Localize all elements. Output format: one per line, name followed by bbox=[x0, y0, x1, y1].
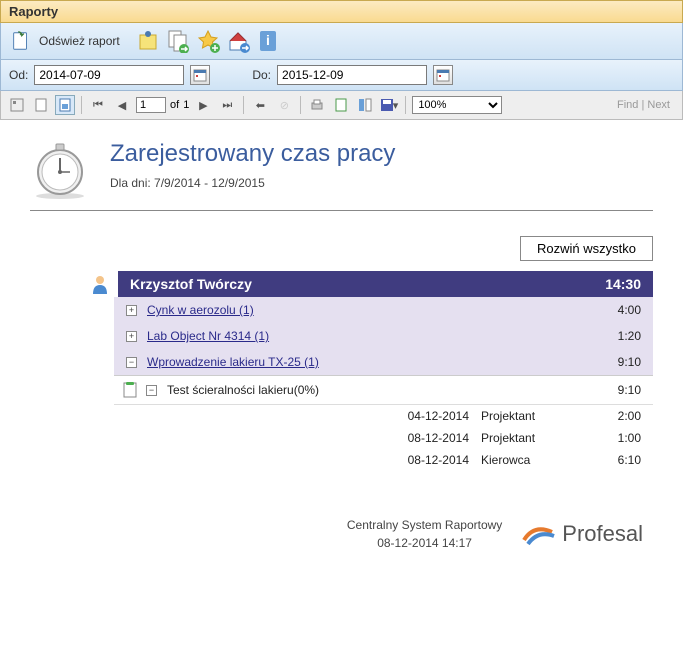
detail-row: 04-12-2014 Projektant 2:00 bbox=[114, 405, 653, 427]
doc-map-icon[interactable] bbox=[7, 95, 27, 115]
group-label[interactable]: Cynk w aerozolu (1) bbox=[147, 303, 581, 317]
test-label: Test ścieralności lakieru(0%) bbox=[167, 383, 581, 397]
info-icon[interactable]: i bbox=[256, 29, 280, 53]
date-filter-row: Od: Do: bbox=[0, 60, 683, 91]
person-header[interactable]: Krzysztof Twórczy 14:30 bbox=[118, 271, 653, 297]
task-file-icon bbox=[122, 382, 138, 398]
total-pages: 1 bbox=[183, 99, 189, 111]
to-calendar-icon[interactable] bbox=[433, 65, 453, 85]
brand-swoosh-icon bbox=[522, 520, 556, 548]
detail-row: 08-12-2014 Kierowca 6:10 bbox=[114, 449, 653, 471]
report-header: Zarejestrowany czas pracy Dla dni: 7/9/2… bbox=[30, 140, 653, 211]
main-toolbar: Odśwież raport i bbox=[0, 23, 683, 60]
group-time: 1:20 bbox=[581, 329, 641, 343]
to-label: Do: bbox=[252, 68, 271, 82]
person-name: Krzysztof Twórczy bbox=[130, 276, 252, 292]
person-row: Krzysztof Twórczy 14:30 bbox=[90, 271, 653, 297]
expand-icon[interactable]: + bbox=[126, 331, 137, 342]
group-label[interactable]: Lab Object Nr 4314 (1) bbox=[147, 329, 581, 343]
stop-icon[interactable]: ⊘ bbox=[274, 95, 294, 115]
expand-icon[interactable]: + bbox=[126, 305, 137, 316]
report-title: Zarejestrowany czas pracy bbox=[110, 140, 395, 168]
page-view-icon[interactable] bbox=[331, 95, 351, 115]
expand-all-button[interactable]: Rozwiń wszystko bbox=[520, 236, 653, 261]
export-page-icon[interactable] bbox=[166, 29, 190, 53]
print-icon[interactable] bbox=[307, 95, 327, 115]
group-row[interactable]: + Lab Object Nr 4314 (1) 1:20 bbox=[114, 323, 653, 349]
next-page-icon[interactable]: ▶ bbox=[193, 95, 213, 115]
from-label: Od: bbox=[9, 68, 28, 82]
favorite-add-icon[interactable] bbox=[196, 29, 220, 53]
of-label: of bbox=[170, 99, 179, 111]
detail-time: 1:00 bbox=[581, 431, 641, 445]
refresh-label[interactable]: Odśwież raport bbox=[39, 34, 120, 48]
group-time: 9:10 bbox=[581, 355, 641, 369]
test-row[interactable]: − Test ścieralności lakieru(0%) 9:10 bbox=[114, 376, 653, 405]
find-link[interactable]: Find bbox=[617, 99, 638, 111]
collapse-icon[interactable]: − bbox=[126, 357, 137, 368]
data-section: Krzysztof Twórczy 14:30 + Cynk w aerozol… bbox=[90, 271, 653, 471]
from-calendar-icon[interactable] bbox=[190, 65, 210, 85]
group-row[interactable]: − Wprowadzenie lakieru TX-25 (1) 9:10 bbox=[114, 349, 653, 375]
detail-role: Kierowca bbox=[481, 453, 581, 467]
find-next-group: Find | Next bbox=[617, 99, 676, 111]
detail-role: Projektant bbox=[481, 409, 581, 423]
last-page-icon[interactable]: ⏭ bbox=[217, 95, 237, 115]
footer-system: Centralny System Raportowy bbox=[347, 516, 502, 534]
page-setup-icon[interactable] bbox=[55, 95, 75, 115]
refresh-icon[interactable] bbox=[9, 29, 33, 53]
first-page-icon[interactable]: ⏮ bbox=[88, 95, 108, 115]
print-layout-icon[interactable] bbox=[31, 95, 51, 115]
report-viewer-toolbar: ⏮ ◀ of 1 ▶ ⏭ ⬅ ⊘ ▾ 100% Find | Next bbox=[0, 91, 683, 120]
layout-icon[interactable] bbox=[355, 95, 375, 115]
detail-row: 08-12-2014 Projektant 1:00 bbox=[114, 427, 653, 449]
svg-text:i: i bbox=[266, 32, 270, 48]
test-time: 9:10 bbox=[581, 383, 641, 397]
back-icon[interactable]: ⬅ bbox=[250, 95, 270, 115]
note-pin-icon[interactable] bbox=[136, 29, 160, 53]
detail-date: 04-12-2014 bbox=[379, 409, 469, 423]
detail-role: Projektant bbox=[481, 431, 581, 445]
detail-date: 08-12-2014 bbox=[379, 453, 469, 467]
person-icon bbox=[90, 274, 110, 294]
window-title-bar: Raporty bbox=[0, 0, 683, 23]
stopwatch-icon bbox=[30, 140, 90, 200]
window-title: Raporty bbox=[9, 4, 58, 19]
detail-date: 08-12-2014 bbox=[379, 431, 469, 445]
collapse-icon[interactable]: − bbox=[146, 385, 157, 396]
report-content: Zarejestrowany czas pracy Dla dni: 7/9/2… bbox=[0, 120, 683, 582]
page-number-input[interactable] bbox=[136, 97, 166, 113]
from-date-input[interactable] bbox=[34, 65, 184, 85]
prev-page-icon[interactable]: ◀ bbox=[112, 95, 132, 115]
zoom-select[interactable]: 100% bbox=[412, 96, 502, 114]
home-go-icon[interactable] bbox=[226, 29, 250, 53]
report-subtitle: Dla dni: 7/9/2014 - 12/9/2015 bbox=[110, 176, 395, 190]
footer-timestamp: 08-12-2014 14:17 bbox=[347, 534, 502, 552]
detail-time: 2:00 bbox=[581, 409, 641, 423]
save-icon[interactable]: ▾ bbox=[379, 95, 399, 115]
group-label[interactable]: Wprowadzenie lakieru TX-25 (1) bbox=[147, 355, 581, 369]
report-footer: Centralny System Raportowy 08-12-2014 14… bbox=[30, 516, 643, 552]
group-row[interactable]: + Cynk w aerozolu (1) 4:00 bbox=[114, 297, 653, 323]
person-total: 14:30 bbox=[605, 276, 641, 292]
next-link[interactable]: Next bbox=[647, 99, 670, 111]
group-time: 4:00 bbox=[581, 303, 641, 317]
detail-time: 6:10 bbox=[581, 453, 641, 467]
brand-name: Profesal bbox=[562, 521, 643, 547]
to-date-input[interactable] bbox=[277, 65, 427, 85]
brand-logo: Profesal bbox=[522, 520, 643, 548]
